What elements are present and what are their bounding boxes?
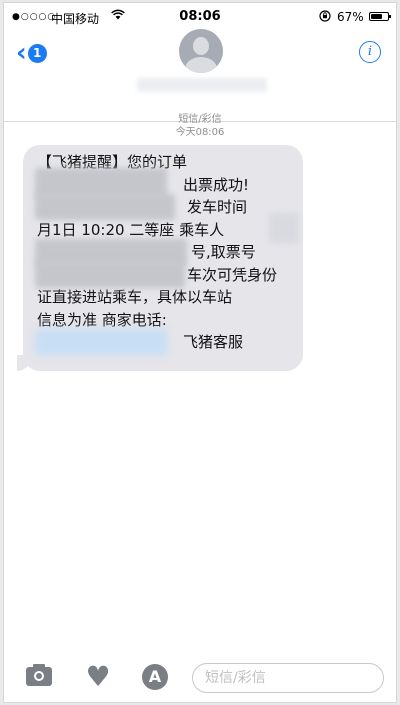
incoming-message-bubble[interactable]: 【飞猪提醒】您的订单 出票成功! 发车时间 月1日 10:20 二等座 乘车人 …	[23, 145, 303, 371]
back-button[interactable]: ‹ 1	[16, 38, 47, 68]
redacted-text	[269, 212, 299, 243]
digital-touch-heart-icon[interactable]: ♥	[84, 663, 112, 691]
camera-icon[interactable]	[26, 664, 52, 686]
app-store-icon[interactable]: A	[142, 664, 168, 690]
message-line: 飞猪客服	[35, 329, 291, 355]
battery-icon	[369, 12, 391, 21]
message-timestamp: 今天08:06	[175, 127, 225, 138]
orientation-lock-icon	[319, 10, 331, 25]
redacted-text	[35, 167, 167, 198]
message-input[interactable]	[192, 663, 384, 693]
contact-avatar[interactable]	[179, 29, 223, 73]
redacted-text	[35, 259, 185, 288]
battery-level	[371, 14, 382, 19]
message-input-bar: ♥ A	[4, 653, 396, 702]
battery-percent: 67%	[337, 10, 364, 24]
unread-badge: 1	[27, 43, 47, 63]
message-line: 车次可凭身份	[35, 259, 291, 288]
redacted-text	[35, 194, 175, 220]
screenshot-frame: ●○○○○ 中国移动 08:06 67% ‹ 1 i 短信/彩信 今天08:06…	[3, 2, 397, 703]
contact-name-redacted[interactable]	[137, 78, 267, 92]
message-line: 出票成功!	[35, 167, 291, 198]
message-line: 月1日 10:20 二等座 乘车人	[37, 212, 299, 243]
message-line: 发车时间	[35, 194, 291, 220]
conversation-header: ‹ 1 i	[4, 25, 396, 122]
chevron-left-icon: ‹	[16, 38, 27, 68]
message-line: 信息为准 商家电话:	[37, 310, 167, 329]
message-line: 证直接进站乘车，具体以车站	[37, 288, 233, 306]
person-icon	[193, 37, 209, 55]
info-button[interactable]: i	[359, 41, 381, 63]
redacted-phone-number	[35, 329, 167, 355]
